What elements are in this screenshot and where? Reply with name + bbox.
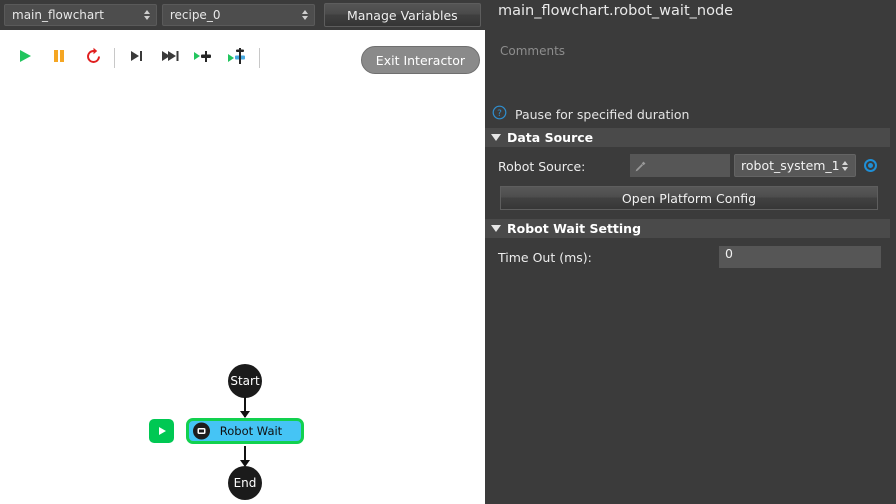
- run-from-node-icon: [227, 47, 249, 70]
- step-over-icon: [127, 47, 145, 69]
- step-over-button[interactable]: [119, 41, 153, 75]
- comments-input[interactable]: [485, 58, 896, 98]
- section-header-data-source-label: Data Source: [507, 130, 594, 145]
- pause-icon: [50, 47, 68, 69]
- robot-source-select[interactable]: robot_system_1: [734, 154, 856, 177]
- chevron-updown-icon: [301, 10, 308, 20]
- run-node-badge[interactable]: [149, 419, 174, 443]
- run-to-node-button[interactable]: [187, 41, 221, 75]
- step-forward-icon: [160, 47, 180, 69]
- recipe-select[interactable]: recipe_0: [161, 4, 315, 26]
- flow-edge-arrowhead: [240, 411, 250, 418]
- chevron-updown-icon: [143, 10, 150, 20]
- step-forward-button[interactable]: [153, 41, 187, 75]
- time-out-input[interactable]: 0: [719, 246, 881, 268]
- play-icon: [156, 422, 168, 441]
- section-header-robot-wait-setting[interactable]: Robot Wait Setting: [485, 219, 890, 238]
- flow-node-end[interactable]: End: [228, 466, 262, 500]
- help-icon[interactable]: ?: [492, 105, 507, 124]
- run-icon: [16, 47, 34, 69]
- run-button[interactable]: [8, 41, 42, 75]
- comments-placeholder: Comments: [500, 44, 566, 58]
- flowchart-select[interactable]: main_flowchart: [4, 4, 157, 26]
- selector-toolbar: main_flowchart recipe_0 Manage Variables: [0, 0, 485, 30]
- run-to-node-icon: [193, 47, 215, 69]
- flow-node-start-label: Start: [230, 374, 260, 388]
- radio-dot-icon: [868, 163, 873, 168]
- recipe-select-value: recipe_0: [169, 8, 221, 22]
- svg-text:?: ?: [497, 109, 502, 119]
- flowchart-select-value: main_flowchart: [12, 8, 104, 22]
- flow-node-start[interactable]: Start: [228, 364, 262, 398]
- page-title: main_flowchart.robot_wait_node: [498, 3, 734, 19]
- robot-source-input[interactable]: [630, 154, 730, 177]
- reset-icon: [84, 47, 103, 70]
- node-hint-text: Pause for specified duration: [515, 106, 690, 122]
- manage-variables-button[interactable]: Manage Variables: [323, 3, 481, 27]
- reset-button[interactable]: [76, 41, 110, 75]
- robot-wait-node-icon: [193, 422, 210, 440]
- chevron-updown-icon: [842, 160, 848, 171]
- robot-source-select-value: robot_system_1: [741, 158, 840, 173]
- chevron-down-icon: [491, 134, 501, 141]
- time-out-label: Time Out (ms):: [498, 250, 592, 265]
- open-platform-config-button[interactable]: Open Platform Config: [500, 186, 878, 210]
- robot-source-radio[interactable]: [864, 159, 877, 172]
- flowchart-canvas[interactable]: Start Robot Wait End: [0, 86, 485, 504]
- section-header-robot-wait-label: Robot Wait Setting: [507, 221, 642, 236]
- flowchart-editor-pane: main_flowchart recipe_0 Manage Variables: [0, 0, 485, 504]
- chevron-down-icon: [491, 225, 501, 232]
- section-header-data-source[interactable]: Data Source: [485, 128, 890, 147]
- toolbar-divider: [114, 48, 115, 68]
- robot-source-label: Robot Source:: [498, 159, 586, 174]
- run-from-node-button[interactable]: [221, 41, 255, 75]
- node-hint-row: ? Pause for specified duration: [485, 103, 896, 125]
- flow-node-end-label: End: [233, 476, 257, 490]
- application-window: main_flowchart recipe_0 Manage Variables: [0, 0, 896, 504]
- flow-node-robot-wait[interactable]: Robot Wait: [186, 418, 304, 444]
- exit-interactor-button[interactable]: Exit Interactor: [360, 46, 480, 74]
- toolbar-divider: [259, 48, 260, 68]
- pause-button[interactable]: [42, 41, 76, 75]
